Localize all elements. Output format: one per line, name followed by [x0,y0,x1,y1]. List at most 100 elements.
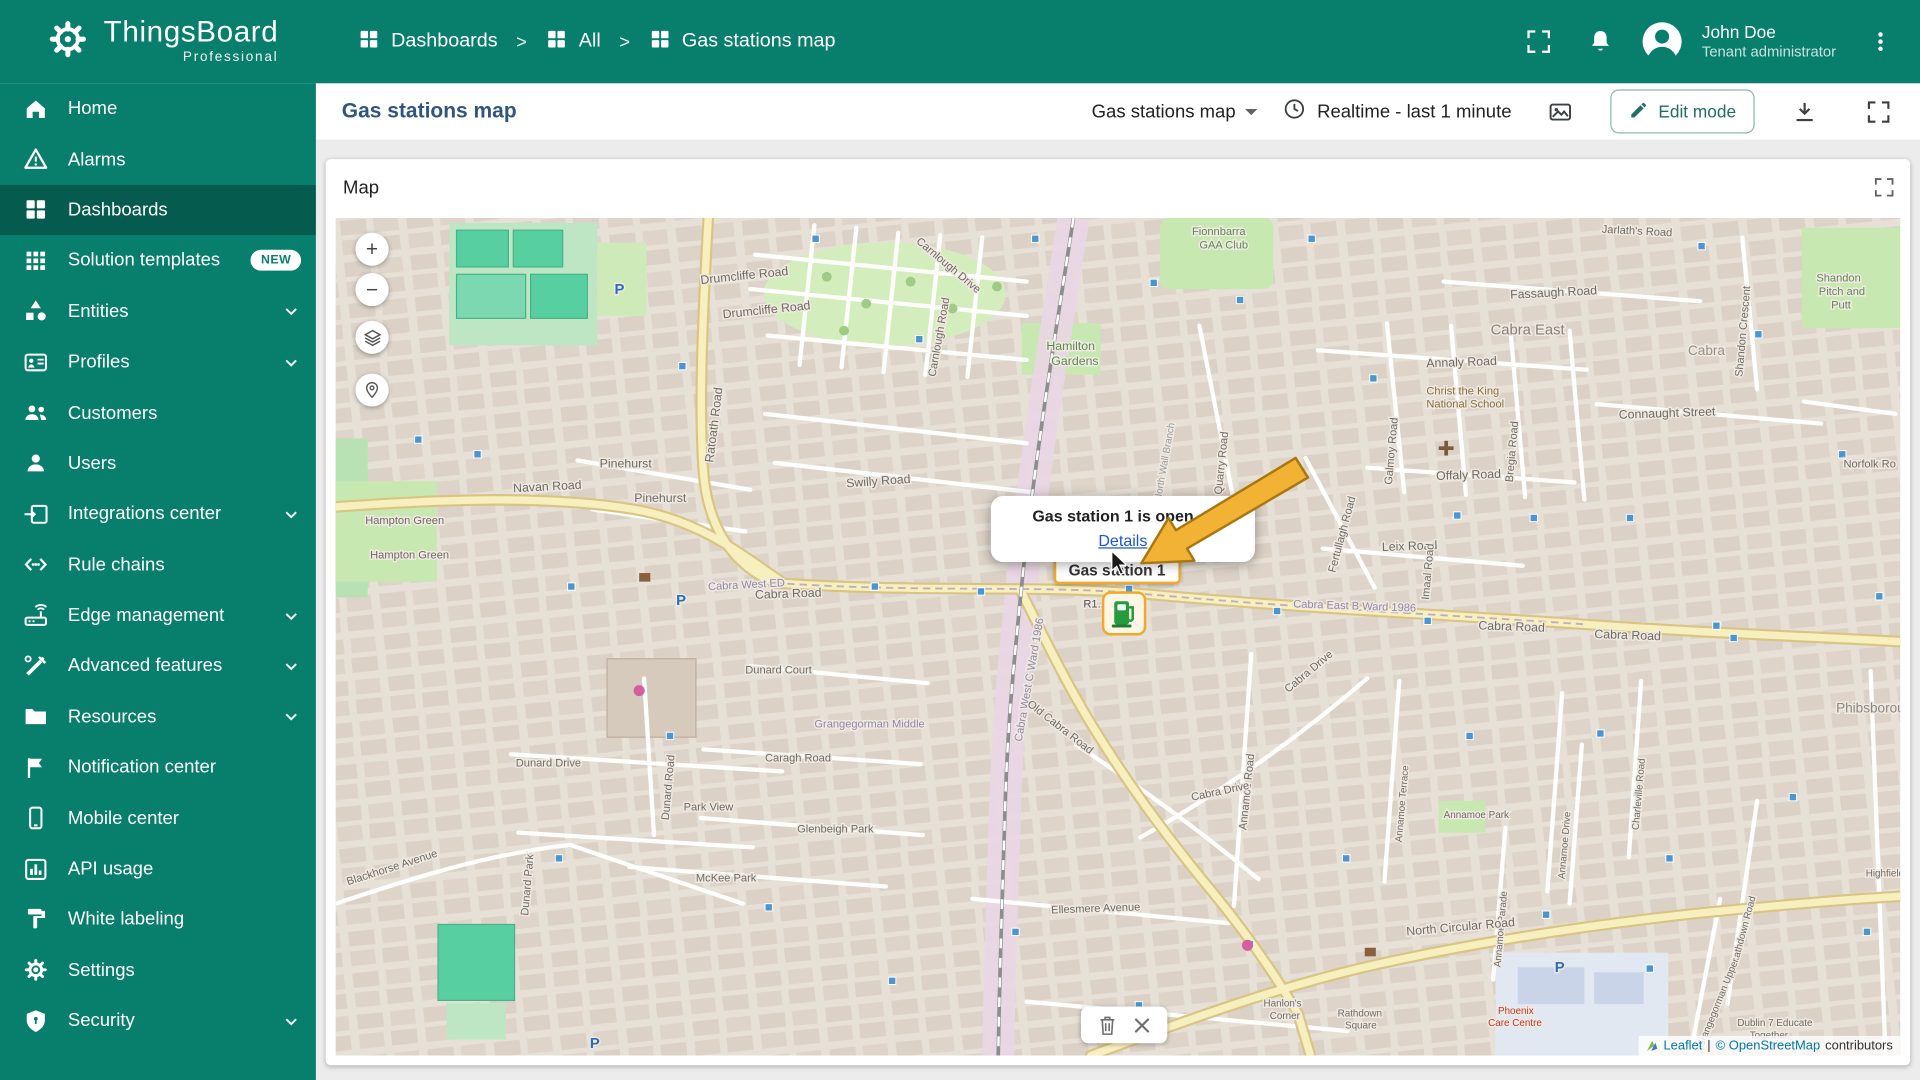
chevron-down-icon [281,302,301,322]
edit-mode-button[interactable]: Edit mode [1610,89,1755,134]
location-pin-button[interactable] [355,373,389,407]
svg-text:Christ the King: Christ the King [1426,385,1499,397]
breadcrumb: Dashboards > All > Gas stations map [358,28,835,56]
chevron-down-icon [281,707,301,727]
people-icon [22,399,49,426]
svg-text:McKee Park: McKee Park [696,873,757,885]
svg-text:Offaly Road: Offaly Road [1436,467,1501,483]
dashboard-content: Map P P P P Drumcliffe Road Drumcliffe R… [315,139,1920,1080]
kebab-menu-icon[interactable] [1856,17,1905,66]
close-icon[interactable] [1134,1017,1150,1033]
trash-icon[interactable] [1098,1014,1117,1035]
sidebar-item-settings[interactable]: Settings [0,945,316,996]
sidebar-item-alarms[interactable]: Alarms [0,134,316,185]
sidebar-item-white-labeling[interactable]: White labeling [0,894,316,945]
app-logo[interactable]: ThingsBoard Professional [0,15,316,68]
sidebar-item-label: Settings [67,959,135,981]
sidebar-item-users[interactable]: Users [0,438,316,489]
user-role: Tenant administrator [1701,43,1837,61]
sidebar-item-label: Resources [67,706,157,728]
sidebar-item-home[interactable]: Home [0,83,316,134]
router-icon [22,602,49,629]
widget-title: Map [343,176,380,198]
dashboard-state-select[interactable]: Gas stations map [1092,101,1258,122]
sidebar-item-customers[interactable]: Customers [0,387,316,438]
category-icon [22,298,49,325]
popup-status: Gas station 1 is open [1006,507,1240,525]
breadcrumb-gas-stations-map[interactable]: Gas stations map [649,28,835,56]
sidebar-item-security[interactable]: Security [0,996,316,1047]
layers-button[interactable] [355,320,389,354]
sidebar-item-mobile-center[interactable]: Mobile center [0,793,316,844]
sidebar-item-rule-chains[interactable]: Rule chains [0,539,316,590]
sidebar-item-label: Mobile center [67,807,179,829]
fullscreen-button[interactable] [1514,17,1563,66]
openstreetmap-link[interactable]: © OpenStreetMap [1716,1038,1821,1053]
sidebar-item-api-usage[interactable]: API usage [0,844,316,895]
zoom-out-button[interactable]: − [355,273,389,307]
breadcrumb-separator: > [619,31,631,53]
sidebar: Home Alarms Dashboards Solution template… [0,83,316,1080]
sidebar-item-label: Entities [67,300,129,322]
breadcrumb-dashboards[interactable]: Dashboards [358,28,498,56]
warning-icon [22,146,49,173]
attribution-suffix: contributors [1825,1038,1893,1054]
flag-icon [22,754,49,781]
svg-text:P: P [676,593,686,609]
user-name: John Doe [1701,21,1776,42]
sidebar-item-resources[interactable]: Resources [0,691,316,742]
svg-text:P: P [614,282,624,298]
svg-text:Highfield: Highfield [1866,869,1901,880]
svg-text:Putt: Putt [1831,300,1851,312]
folder-icon [22,703,49,730]
svg-text:Dunard Drive: Dunard Drive [516,758,581,770]
image-export-button[interactable] [1536,87,1585,136]
sidebar-item-label: Edge management [67,605,225,626]
dashboard-toolbar: Gas stations map Gas stations map Realti… [315,83,1920,140]
gas-station-marker[interactable] [1101,591,1147,636]
leaflet-logo-icon [1647,1040,1658,1051]
sidebar-item-solution-templates[interactable]: Solution templates NEW [0,235,316,286]
leaflet-link[interactable]: Leaflet [1663,1038,1702,1053]
dashboards-icon [649,28,671,56]
clock-icon [1283,97,1308,126]
construction-icon [22,653,49,680]
sidebar-item-integrations-center[interactable]: Integrations center [0,489,316,540]
zoom-in-button[interactable]: + [355,232,389,266]
avatar[interactable] [1638,17,1687,66]
breadcrumb-label: All [578,30,601,52]
chevron-down-icon [281,1011,301,1031]
svg-text:Hampton Green: Hampton Green [370,549,449,561]
timewindow-button[interactable]: Realtime - last 1 minute [1283,97,1512,126]
sidebar-item-entities[interactable]: Entities [0,286,316,337]
sidebar-item-advanced-features[interactable]: Advanced features [0,641,316,692]
apps-grid-icon [22,247,49,274]
settings-ethernet-icon [22,551,49,578]
zoom-controls: + − [355,232,389,307]
status-ok-dot [1202,510,1214,522]
sidebar-item-dashboards[interactable]: Dashboards [0,184,316,236]
download-icon[interactable] [1779,87,1828,136]
app-window: ThingsBoard Professional Dashboards > Al… [0,0,1920,1080]
chevron-down-icon [281,606,301,626]
popup-status-text: Gas station 1 is open [1032,506,1194,526]
notifications-bell-button[interactable] [1576,17,1625,66]
badge-card-icon [22,349,49,376]
widget-fullscreen-icon[interactable] [1873,176,1900,198]
svg-text:National School: National School [1426,399,1504,411]
svg-text:Pinehurst: Pinehurst [634,491,687,505]
breadcrumb-all[interactable]: All [545,28,601,56]
thingsboard-logo-icon [44,15,91,68]
sidebar-item-label: Advanced features [67,655,223,677]
attribution-separator: | [1707,1038,1711,1054]
svg-text:Park View: Park View [684,802,734,814]
top-header: ThingsBoard Professional Dashboards > Al… [0,0,1920,84]
sidebar-item-edge-management[interactable]: Edge management [0,590,316,641]
map-canvas[interactable]: PPPP Drumcliffe Road Drumcliffe Road Carnl… [335,217,1901,1056]
sidebar-item-label: Rule chains [67,554,165,576]
sidebar-item-notification-center[interactable]: Notification center [0,742,316,793]
sidebar-item-profiles[interactable]: Profiles [0,337,316,388]
page-title: Gas stations map [341,99,517,123]
fullscreen-icon[interactable] [1853,87,1902,136]
details-link[interactable]: Details [1098,531,1147,549]
